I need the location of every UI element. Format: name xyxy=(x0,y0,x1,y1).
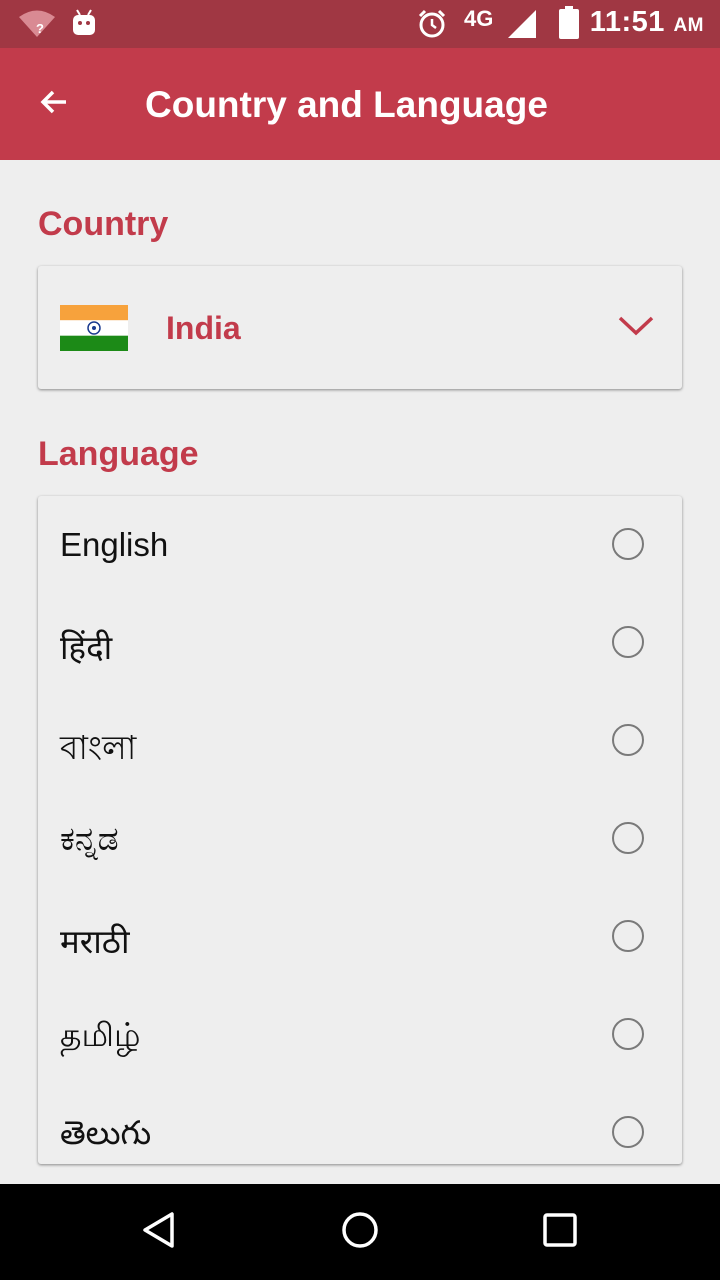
nav-recents-button[interactable] xyxy=(530,1202,590,1262)
clock-time: 11:51 xyxy=(589,6,665,38)
radio-button[interactable] xyxy=(612,528,644,560)
radio-button[interactable] xyxy=(612,920,644,952)
language-option-tamil[interactable]: தமிழ் xyxy=(38,986,682,1084)
language-option-telugu[interactable]: తెలుగు xyxy=(38,1084,682,1164)
radio-button[interactable] xyxy=(612,626,644,658)
chevron-down-icon xyxy=(616,310,656,340)
selected-country: India xyxy=(166,310,241,346)
svg-text:?: ? xyxy=(36,21,44,36)
radio-button[interactable] xyxy=(612,822,644,854)
signal-icon xyxy=(506,8,538,45)
radio-button[interactable] xyxy=(612,1116,644,1148)
home-circle-icon xyxy=(340,1210,380,1255)
language-section-label: Language xyxy=(38,435,199,473)
network-type-label: 4G xyxy=(464,6,494,31)
country-section-label: Country xyxy=(38,205,169,243)
page-title: Country and Language xyxy=(145,84,548,125)
language-option-english[interactable]: English xyxy=(38,496,682,594)
app-bar: Country and Language xyxy=(0,48,720,160)
arrow-back-icon xyxy=(39,87,69,122)
language-label: తెలుగు xyxy=(60,1114,152,1151)
back-triangle-icon xyxy=(140,1210,180,1255)
clock: 11:51 AM xyxy=(590,6,704,39)
language-list: English हिंदी বাংলা ಕನ್ನಡ मराठी தமிழ் తె… xyxy=(38,496,682,1164)
country-dropdown[interactable]: India xyxy=(38,266,682,389)
language-label: ಕನ್ನಡ xyxy=(60,820,119,857)
language-label: English xyxy=(60,526,169,563)
nav-home-button[interactable] xyxy=(330,1202,390,1262)
radio-button[interactable] xyxy=(612,1018,644,1050)
wifi-unknown-icon: ? xyxy=(18,10,56,43)
language-label: বাংলা xyxy=(60,729,137,766)
status-bar: ? 4G 11:51 AM xyxy=(0,0,720,48)
nav-back-button[interactable] xyxy=(130,1202,190,1262)
system-nav-bar xyxy=(0,1184,720,1280)
language-option-bengali[interactable]: বাংলা xyxy=(38,692,682,790)
language-label: मराठी xyxy=(60,923,130,960)
alarm-icon xyxy=(416,8,448,45)
clock-ampm: AM xyxy=(673,15,704,36)
radio-button[interactable] xyxy=(612,724,644,756)
android-debug-icon xyxy=(70,8,98,43)
language-option-kannada[interactable]: ಕನ್ನಡ xyxy=(38,790,682,888)
language-option-hindi[interactable]: हिंदी xyxy=(38,594,682,692)
battery-icon xyxy=(558,6,580,45)
back-button[interactable] xyxy=(22,74,86,134)
recents-square-icon xyxy=(540,1210,580,1255)
india-flag-icon xyxy=(60,305,128,351)
language-option-marathi[interactable]: मराठी xyxy=(38,888,682,986)
language-label: தமிழ் xyxy=(60,1016,141,1053)
language-label: हिंदी xyxy=(60,629,113,666)
